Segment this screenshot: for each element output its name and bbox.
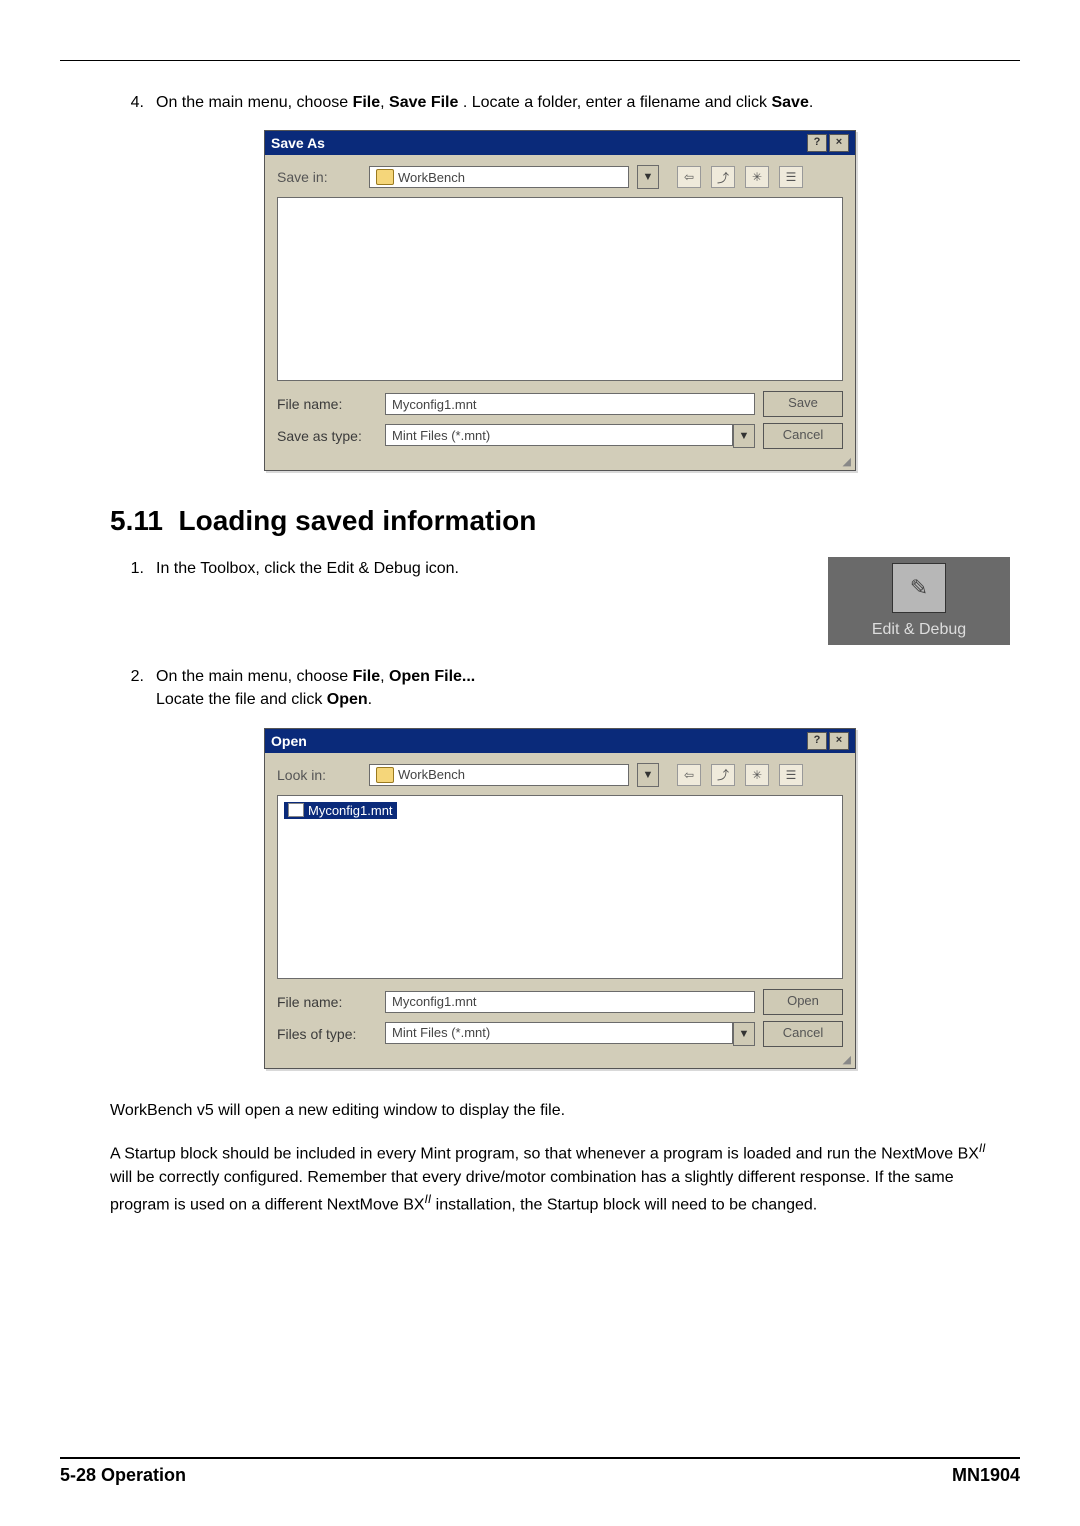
footer-left: 5-28 Operation [60, 1465, 186, 1486]
view-menu-icon[interactable]: ☰ [779, 764, 803, 786]
cancel-button[interactable]: Cancel [763, 423, 843, 449]
paragraph-1: WorkBench v5 will open a new editing win… [110, 1099, 1010, 1123]
step-1-text: In the Toolbox, click the Edit & Debug i… [156, 557, 808, 580]
save-type-combo[interactable]: Mint Files (*.mnt) ▼ [385, 424, 755, 448]
file-type-label: Files of type: [277, 1026, 377, 1042]
edit-debug-icon: ✎ [892, 563, 946, 613]
dropdown-arrow-icon[interactable]: ▼ [733, 1022, 755, 1046]
dialog-title: Save As [271, 135, 325, 151]
dropdown-arrow-icon[interactable]: ▼ [733, 424, 755, 448]
up-folder-icon[interactable]: ⤴ [711, 166, 735, 188]
step-4: 4. On the main menu, choose File, Save F… [110, 91, 1010, 114]
file-list[interactable]: Myconfig1.mnt [277, 795, 843, 979]
folder-icon [376, 169, 394, 185]
dialog-titlebar: Open ? × [265, 729, 855, 753]
file-list[interactable] [277, 197, 843, 381]
top-rule [60, 60, 1020, 61]
open-button[interactable]: Open [763, 989, 843, 1015]
new-folder-icon[interactable]: ✳ [745, 166, 769, 188]
section-heading: 5.11 Loading saved information [110, 505, 1010, 537]
step-4-number: 4. [110, 91, 156, 114]
back-icon[interactable]: ⇦ [677, 764, 701, 786]
dropdown-arrow-icon[interactable]: ▼ [637, 165, 659, 189]
step-1-number: 1. [110, 557, 156, 580]
footer-rule [60, 1457, 1020, 1459]
back-icon[interactable]: ⇦ [677, 166, 701, 188]
step-2-text: On the main menu, choose File, Open File… [156, 665, 1010, 711]
save-in-combo[interactable]: WorkBench [369, 166, 629, 188]
open-dialog: Open ? × Look in: WorkBench ▼ [264, 728, 856, 1069]
dialog-title: Open [271, 733, 307, 749]
file-type-combo[interactable]: Mint Files (*.mnt) ▼ [385, 1022, 755, 1046]
save-type-label: Save as type: [277, 428, 377, 444]
footer-right: MN1904 [952, 1465, 1020, 1486]
filename-input[interactable]: Myconfig1.mnt [385, 991, 755, 1013]
step-4-text: On the main menu, choose File, Save File… [156, 91, 1010, 114]
dropdown-arrow-icon[interactable]: ▼ [637, 763, 659, 787]
step-2-number: 2. [110, 665, 156, 711]
paragraph-2: A Startup block should be included in ev… [110, 1139, 1010, 1218]
look-in-combo[interactable]: WorkBench [369, 764, 629, 786]
up-folder-icon[interactable]: ⤴ [711, 764, 735, 786]
close-button[interactable]: × [829, 134, 849, 152]
page-footer: 5-28 Operation MN1904 [60, 1449, 1020, 1486]
help-button[interactable]: ? [807, 732, 827, 750]
save-as-dialog: Save As ? × Save in: WorkBench ▼ [264, 130, 856, 471]
filename-label: File name: [277, 994, 377, 1010]
filename-label: File name: [277, 396, 377, 412]
dialog-titlebar: Save As ? × [265, 131, 855, 155]
new-folder-icon[interactable]: ✳ [745, 764, 769, 786]
edit-debug-tool-chip[interactable]: ✎ Edit & Debug [828, 557, 1010, 645]
resize-grip-icon[interactable]: ◢ [265, 1053, 855, 1068]
step-2: 2. On the main menu, choose File, Open F… [110, 665, 1010, 711]
look-in-label: Look in: [277, 767, 361, 783]
file-item-selected[interactable]: Myconfig1.mnt [284, 802, 397, 819]
folder-icon [376, 767, 394, 783]
resize-grip-icon[interactable]: ◢ [265, 455, 855, 470]
file-icon [288, 803, 304, 817]
save-button[interactable]: Save [763, 391, 843, 417]
help-button[interactable]: ? [807, 134, 827, 152]
filename-input[interactable]: Myconfig1.mnt [385, 393, 755, 415]
edit-debug-label: Edit & Debug [872, 621, 966, 639]
cancel-button[interactable]: Cancel [763, 1021, 843, 1047]
view-menu-icon[interactable]: ☰ [779, 166, 803, 188]
close-button[interactable]: × [829, 732, 849, 750]
save-in-label: Save in: [277, 169, 361, 185]
